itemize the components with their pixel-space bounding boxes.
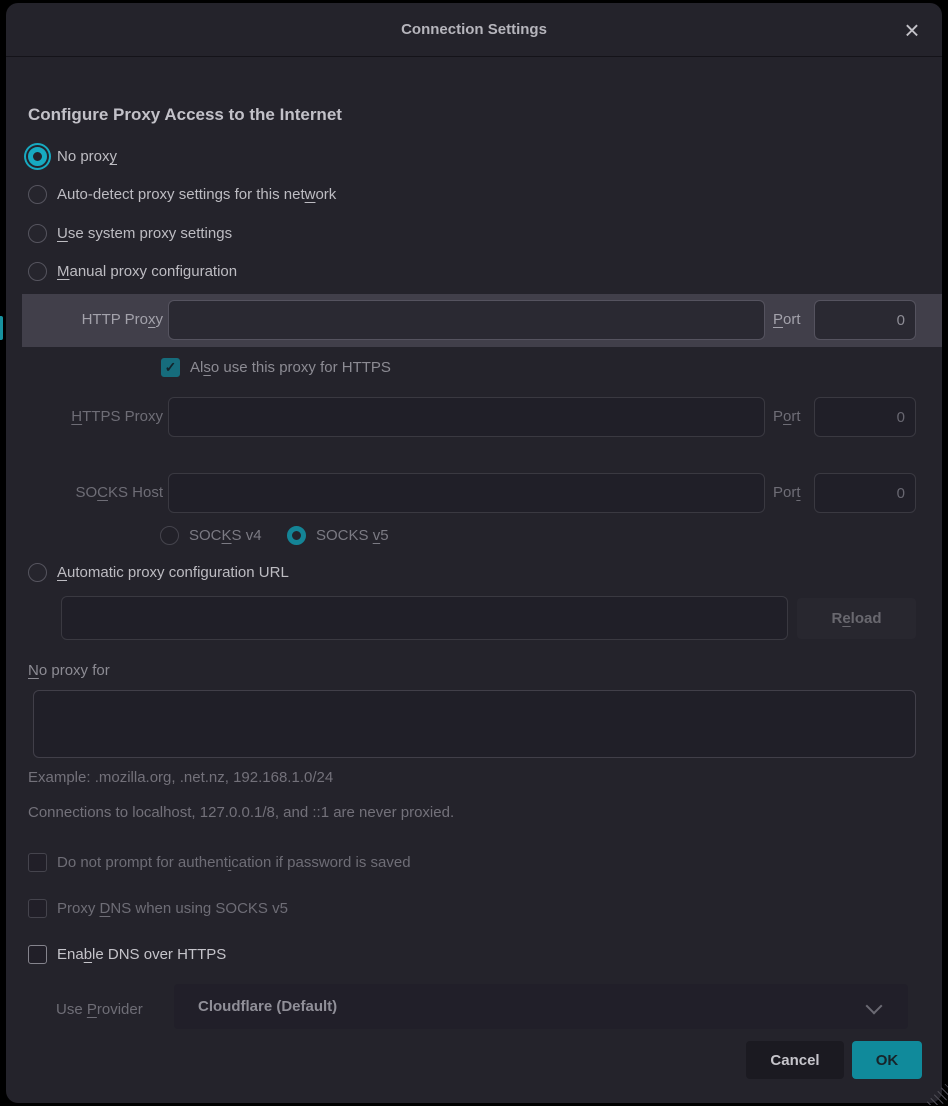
radio-option-socks-v5[interactable]: SOCKS v5 — [287, 526, 389, 545]
radio-icon-system-proxy — [28, 224, 47, 243]
checkbox-option-share-proxy-https[interactable]: ✓ Also use this proxy for HTTPS — [161, 358, 391, 377]
radio-icon-autoconfig-url — [28, 563, 47, 582]
http-port-label: Port — [773, 311, 801, 328]
radio-label-autoconfig-url: Automatic proxy configuration URL — [57, 564, 289, 581]
settings-heading: Configure Proxy Access to the Internet — [28, 105, 342, 125]
checkbox-label-share-proxy: Also use this proxy for HTTPS — [190, 359, 391, 376]
radio-option-autoconfig-url[interactable]: Automatic proxy configuration URL — [28, 563, 289, 582]
radio-icon-manual-proxy — [28, 262, 47, 281]
checkbox-label-enable-doh: Enable DNS over HTTPS — [57, 946, 226, 963]
cancel-button[interactable]: Cancel — [746, 1041, 844, 1079]
doh-provider-selected-value: Cloudflare (Default) — [198, 984, 337, 1029]
checkbox-option-no-auth-prompt[interactable]: Do not prompt for authentication if pass… — [28, 853, 411, 872]
http-port-input[interactable] — [814, 300, 916, 340]
socks-host-label: SOCKS Host — [63, 484, 163, 501]
http-proxy-label: HTTP Proxy — [63, 311, 163, 328]
checkbox-icon-proxy-dns-socks5 — [28, 899, 47, 918]
checkbox-option-enable-doh[interactable]: Enable DNS over HTTPS — [28, 945, 226, 964]
close-button[interactable]: × — [896, 15, 928, 45]
radio-icon-no-proxy — [28, 147, 47, 166]
radio-option-no-proxy[interactable]: No proxy — [28, 147, 117, 166]
no-proxy-for-textarea[interactable] — [33, 690, 916, 758]
dialog-title: Connection Settings — [6, 3, 942, 56]
use-provider-label: Use Provider — [56, 1001, 143, 1018]
checkbox-label-no-auth-prompt: Do not prompt for authentication if pass… — [57, 854, 411, 871]
checkbox-option-proxy-dns-socks5[interactable]: Proxy DNS when using SOCKS v5 — [28, 899, 288, 918]
checkbox-icon-no-auth-prompt — [28, 853, 47, 872]
close-icon: × — [904, 17, 919, 43]
radio-icon-socks-v4 — [160, 526, 179, 545]
doh-provider-dropdown[interactable]: Cloudflare (Default) — [174, 984, 908, 1029]
radio-label-system-proxy: Use system proxy settings — [57, 225, 232, 242]
radio-icon-auto-detect — [28, 185, 47, 204]
ok-button[interactable]: OK — [852, 1041, 922, 1079]
checkbox-icon-enable-doh — [28, 945, 47, 964]
http-proxy-input[interactable] — [168, 300, 765, 340]
checkbox-icon-share-proxy: ✓ — [161, 358, 180, 377]
radio-option-manual-proxy[interactable]: Manual proxy configuration — [28, 262, 237, 281]
screen: Connection Settings × Configure Proxy Ac… — [0, 0, 948, 1106]
socks-host-input[interactable] — [168, 473, 765, 513]
background-artifact — [0, 316, 3, 340]
chevron-down-icon — [866, 998, 883, 1015]
radio-label-socks-v5: SOCKS v5 — [316, 527, 389, 544]
radio-label-socks-v4: SOCKS v4 — [189, 527, 262, 544]
https-port-input[interactable] — [814, 397, 916, 437]
checkbox-label-proxy-dns-socks5: Proxy DNS when using SOCKS v5 — [57, 900, 288, 917]
https-proxy-label: HTTPS Proxy — [63, 408, 163, 425]
no-proxy-for-label: No proxy for — [28, 662, 110, 679]
radio-label-auto-detect: Auto-detect proxy settings for this netw… — [57, 186, 336, 203]
connection-settings-dialog: Connection Settings × Configure Proxy Ac… — [6, 3, 942, 1103]
dialog-titlebar: Connection Settings × — [6, 3, 942, 57]
radio-option-socks-v4[interactable]: SOCKS v4 — [160, 526, 262, 545]
radio-label-manual-proxy: Manual proxy configuration — [57, 263, 237, 280]
radio-label-no-proxy: No proxy — [57, 148, 117, 165]
radio-option-system-proxy[interactable]: Use system proxy settings — [28, 224, 232, 243]
resize-grip[interactable] — [924, 1081, 948, 1105]
socks-port-input[interactable] — [814, 473, 916, 513]
reload-button[interactable]: Reload — [797, 598, 916, 639]
autoconfig-url-input[interactable] — [61, 596, 788, 640]
reload-button-label: Reload — [831, 610, 881, 627]
no-proxy-note-text: Connections to localhost, 127.0.0.1/8, a… — [28, 804, 454, 821]
https-proxy-input[interactable] — [168, 397, 765, 437]
radio-option-auto-detect[interactable]: Auto-detect proxy settings for this netw… — [28, 185, 336, 204]
socks-port-label: Port — [773, 484, 801, 501]
no-proxy-example-text: Example: .mozilla.org, .net.nz, 192.168.… — [28, 769, 333, 786]
https-port-label: Port — [773, 408, 801, 425]
radio-icon-socks-v5 — [287, 526, 306, 545]
